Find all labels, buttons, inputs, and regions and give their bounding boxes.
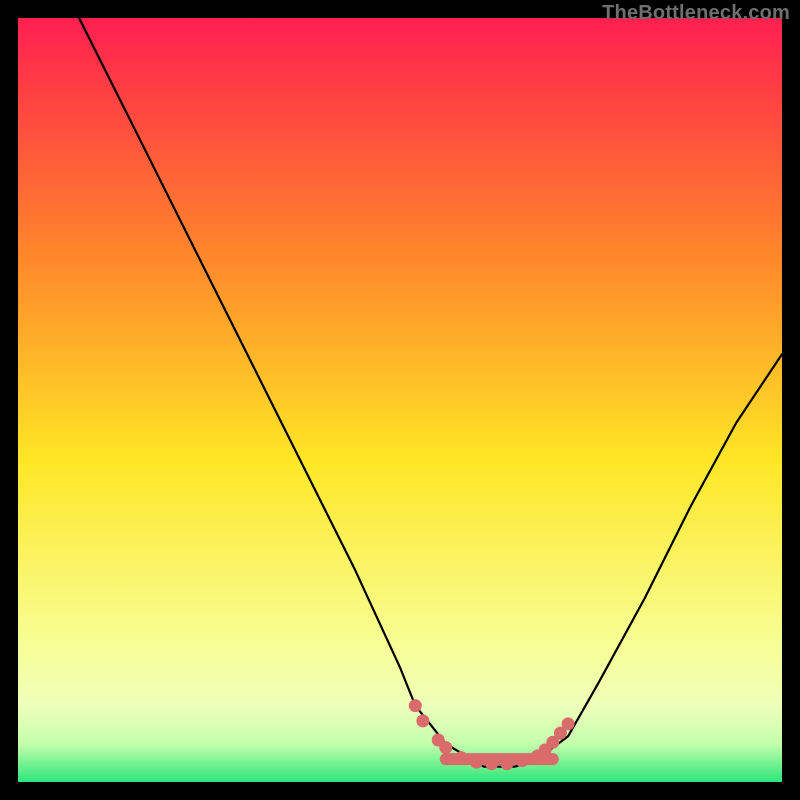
chart-container: TheBottleneck.com (0, 0, 800, 800)
heat-gradient-background (18, 18, 782, 782)
watermark-text: TheBottleneck.com (602, 2, 790, 25)
plot-area (18, 18, 782, 782)
